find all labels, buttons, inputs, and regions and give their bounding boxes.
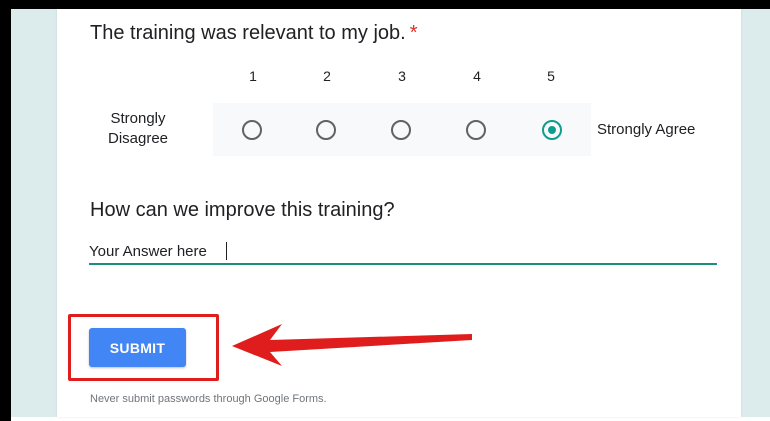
scale-number-1: 1	[249, 68, 257, 84]
page-background-right	[741, 9, 770, 417]
text-cursor	[226, 242, 227, 260]
radio-option-3[interactable]	[391, 120, 411, 140]
scale-high-label: Strongly Agree	[597, 121, 696, 138]
scale-number-4: 4	[473, 68, 481, 84]
form-screenshot: The training was relevant to my job. * 1 …	[0, 0, 770, 421]
submit-button[interactable]: SUBMIT	[89, 328, 186, 367]
password-warning-note: Never submit passwords through Google Fo…	[90, 393, 327, 405]
scale-number-3: 3	[398, 68, 406, 84]
scale-low-label: Strongly Disagree	[107, 110, 169, 147]
required-asterisk: *	[409, 22, 418, 44]
radio-option-1[interactable]	[242, 120, 262, 140]
question-1-text: The training was relevant to my job.	[90, 22, 406, 44]
radio-option-4[interactable]	[466, 120, 486, 140]
scale-number-2: 2	[323, 68, 331, 84]
radio-option-2[interactable]	[316, 120, 336, 140]
scale-number-5: 5	[547, 68, 555, 84]
question-2-title: How can we improve this training?	[90, 199, 395, 221]
answer-text-field[interactable]	[89, 239, 717, 265]
page-background-left	[11, 9, 57, 417]
top-border	[0, 0, 770, 9]
radio-option-5-selected[interactable]	[542, 120, 562, 140]
red-arrow-left-icon	[232, 324, 472, 366]
left-border	[0, 0, 11, 421]
question-1-title: The training was relevant to my job. *	[90, 22, 418, 45]
